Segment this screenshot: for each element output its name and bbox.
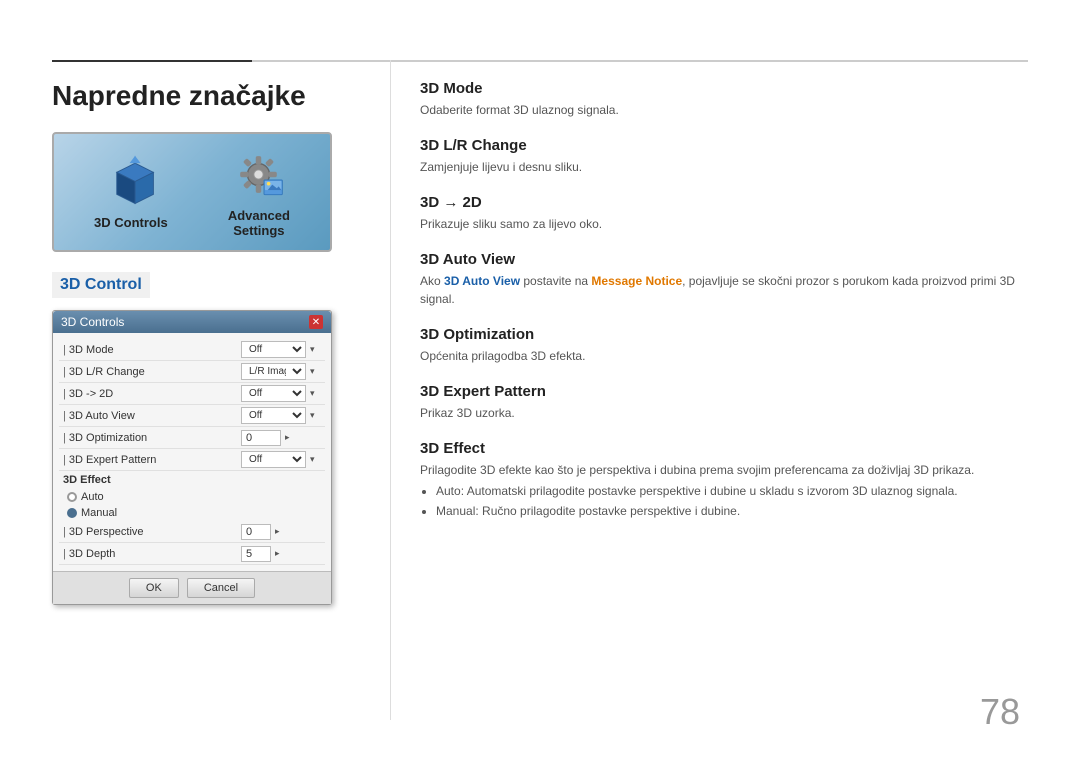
expert-pattern-arrow[interactable]: ▾ [310,454,315,465]
dialog-row-3d-2d: 3D -> 2D Off ▾ [59,383,325,405]
3d-mode-arrow[interactable]: ▾ [310,344,315,355]
dialog-row-3d-mode: 3D Mode Off ▾ [59,339,325,361]
manual-bullet-link: Manual [436,504,475,518]
lr-change-arrow[interactable]: ▾ [310,366,315,377]
cancel-button[interactable]: Cancel [187,578,255,598]
lr-change-select[interactable]: L/R Image [241,363,306,380]
3d-2d-select[interactable]: Off [241,385,306,402]
3d-mode-select[interactable]: Off [241,341,306,358]
feature-title-3d-2d: 3D → 2D [420,194,1028,211]
3d-controls-label: 3D Controls [94,215,168,230]
feature-3d-effect: 3D Effect Prilagodite 3D efekte kao što … [420,440,1028,520]
row-value-lr-change: L/R Image ▾ [241,363,321,380]
feature-desc-lr-change: Zamjenjuje lijevu i desnu sliku. [420,158,1028,176]
row-label-perspective: 3D Perspective [63,526,241,538]
dialog-close-button[interactable]: ✕ [309,315,323,329]
3d-effect-bullet-list: Auto: Automatski prilagodite postavke pe… [420,483,1028,520]
3d-effect-section-label: 3D Effect [59,471,325,489]
feature-desc-3d-effect: Prilagodite 3D efekte kao što je perspek… [420,461,1028,479]
feature-desc-auto-view: Ako 3D Auto View postavite na Message No… [420,272,1028,308]
feature-auto-view: 3D Auto View Ako 3D Auto View postavite … [420,251,1028,308]
depth-arrow[interactable]: ▸ [275,548,280,559]
auto-bullet-link: Auto [436,484,461,498]
feature-title-expert-pattern: 3D Expert Pattern [420,383,1028,400]
depth-value: 5 [241,546,271,562]
optimization-value: 0 [241,430,281,446]
row-value-3d-2d: Off ▾ [241,385,321,402]
radio-row-auto: Auto [59,489,325,505]
page-title: Napredne značajke [52,80,372,112]
radio-manual-label: Manual [81,507,117,519]
bullet-manual: Manual: Ručno prilagodite postavke persp… [436,503,1028,520]
left-column: Napredne značajke 3D Controls [52,80,372,605]
row-label-auto-view: 3D Auto View [63,410,241,422]
row-label-optimization: 3D Optimization [63,432,241,444]
perspective-value: 0 [241,524,271,540]
row-value-3d-mode: Off ▾ [241,341,321,358]
radio-row-manual: Manual [59,505,325,521]
dialog-row-depth: 3D Depth 5 ▸ [59,543,325,565]
expert-pattern-select[interactable]: Off [241,451,306,468]
dialog-title: 3D Controls [61,315,124,329]
row-label-expert-pattern: 3D Expert Pattern [63,454,241,466]
feature-lr-change: 3D L/R Change Zamjenjuje lijevu i desnu … [420,137,1028,176]
dialog-body: 3D Mode Off ▾ 3D L/R Change L/R Image ▾ [53,333,331,571]
row-value-expert-pattern: Off ▾ [241,451,321,468]
row-label-lr-change: 3D L/R Change [63,366,241,378]
icon-panel: 3D Controls [52,132,332,252]
advanced-settings-label: AdvancedSettings [228,208,290,238]
vertical-divider [390,60,391,720]
cube-icon [103,154,158,209]
feature-title-3d-effect: 3D Effect [420,440,1028,457]
row-value-optimization: 0 ▸ [241,430,321,446]
radio-auto-label: Auto [81,491,104,503]
feature-3d-mode: 3D Mode Odaberite format 3D ulaznog sign… [420,80,1028,119]
3d-controls-dialog: 3D Controls ✕ 3D Mode Off ▾ 3D L/R Chang… [52,310,332,605]
feature-expert-pattern: 3D Expert Pattern Prikaz 3D uzorka. [420,383,1028,422]
radio-auto[interactable] [67,492,77,502]
optimization-arrow[interactable]: ▸ [285,432,290,443]
bullet-auto: Auto: Automatski prilagodite postavke pe… [436,483,1028,500]
advanced-settings-icon-item: AdvancedSettings [228,147,290,238]
page-number: 78 [980,691,1020,733]
feature-desc-expert-pattern: Prikaz 3D uzorka. [420,404,1028,422]
feature-desc-3d-2d: Prikazuje sliku samo za lijevo oko. [420,215,1028,233]
feature-title-3d-mode: 3D Mode [420,80,1028,97]
feature-optimization: 3D Optimization Općenita prilagodba 3D e… [420,326,1028,365]
feature-title-optimization: 3D Optimization [420,326,1028,343]
3d-controls-icon-item: 3D Controls [94,154,168,230]
gear-icon [231,147,286,202]
feature-title-lr-change: 3D L/R Change [420,137,1028,154]
auto-view-select[interactable]: Off [241,407,306,424]
dialog-row-lr-change: 3D L/R Change L/R Image ▾ [59,361,325,383]
auto-view-link: 3D Auto View [444,274,520,288]
message-notice-link: Message Notice [591,274,682,288]
perspective-arrow[interactable]: ▸ [275,526,280,537]
row-value-auto-view: Off ▾ [241,407,321,424]
section-header: 3D Control [52,272,150,298]
dialog-row-perspective: 3D Perspective 0 ▸ [59,521,325,543]
feature-3d-2d: 3D → 2D Prikazuje sliku samo za lijevo o… [420,194,1028,233]
auto-view-arrow[interactable]: ▾ [310,410,315,421]
dialog-footer: OK Cancel [53,571,331,604]
row-label-depth: 3D Depth [63,548,241,560]
dialog-title-bar: 3D Controls ✕ [53,311,331,333]
dialog-row-auto-view: 3D Auto View Off ▾ [59,405,325,427]
feature-desc-3d-mode: Odaberite format 3D ulaznog signala. [420,101,1028,119]
feature-title-auto-view: 3D Auto View [420,251,1028,268]
dialog-row-optimization: 3D Optimization 0 ▸ [59,427,325,449]
row-label-3d-2d: 3D -> 2D [63,388,241,400]
dialog-row-expert-pattern: 3D Expert Pattern Off ▾ [59,449,325,471]
right-column: 3D Mode Odaberite format 3D ulaznog sign… [420,80,1028,538]
3d-2d-arrow[interactable]: ▾ [310,388,315,399]
ok-button[interactable]: OK [129,578,179,598]
top-line [52,60,1028,62]
feature-desc-optimization: Općenita prilagodba 3D efekta. [420,347,1028,365]
radio-manual[interactable] [67,508,77,518]
row-label-3d-mode: 3D Mode [63,344,241,356]
row-value-perspective: 0 ▸ [241,524,321,540]
row-value-depth: 5 ▸ [241,546,321,562]
